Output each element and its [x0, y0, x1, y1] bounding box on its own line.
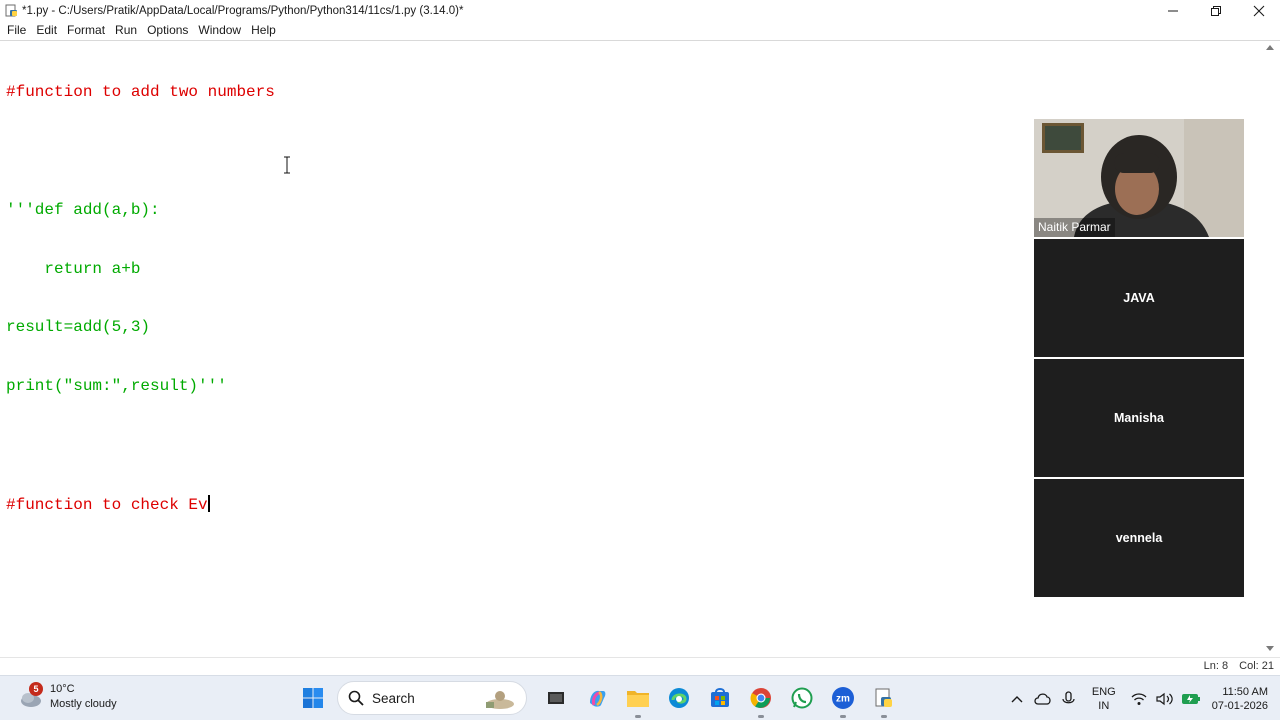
scroll-up-icon[interactable] — [1266, 45, 1274, 50]
participant-tile-video[interactable]: Naitik Parmar — [1034, 119, 1244, 237]
scroll-down-icon[interactable] — [1266, 646, 1274, 651]
python-idle-taskbar-icon[interactable] — [867, 681, 901, 718]
menu-options[interactable]: Options — [142, 21, 193, 40]
taskbar-search[interactable]: Search — [337, 681, 527, 715]
active-indicator — [757, 715, 764, 718]
maximize-button[interactable] — [1194, 0, 1237, 21]
chevron-up-icon[interactable] — [1006, 688, 1028, 710]
active-indicator — [634, 715, 641, 718]
code-line-1: #function to add two numbers — [6, 83, 275, 102]
file-explorer-icon[interactable] — [621, 681, 655, 718]
region-code: IN — [1098, 699, 1110, 712]
close-icon — [1253, 5, 1264, 16]
window-title: *1.py - C:/Users/Pratik/AppData/Local/Pr… — [22, 4, 464, 17]
participant-tile[interactable]: JAVA — [1034, 239, 1244, 357]
vertical-scrollbar[interactable] — [1261, 41, 1280, 657]
language-code: ENG — [1091, 685, 1116, 698]
store-icon[interactable] — [703, 681, 737, 715]
active-indicator — [839, 715, 846, 718]
code-line-6: print("sum:",result)''' — [6, 377, 227, 396]
copilot-icon[interactable] — [580, 681, 614, 715]
chrome-icon[interactable] — [744, 681, 778, 718]
clock-time: 11:50 AM — [1222, 685, 1268, 698]
menu-bar: File Edit Format Run Options Window Help — [0, 21, 1280, 40]
menu-window[interactable]: Window — [193, 21, 246, 40]
weather-widget[interactable]: 5 10°C Mostly cloudy — [18, 682, 117, 712]
title-bar: *1.py - C:/Users/Pratik/AppData/Local/Pr… — [0, 0, 1280, 21]
clock[interactable]: 11:50 AM 07-01-2026 — [1212, 685, 1268, 713]
battery-charging-icon[interactable] — [1180, 688, 1202, 710]
svg-text:zm: zm — [836, 694, 850, 705]
code-line-8: #function to check Ev — [6, 494, 275, 515]
status-bar: Ln: 8 Col: 21 — [0, 657, 1280, 675]
search-icon — [348, 690, 364, 706]
meeting-participants-panel: Naitik Parmar JAVA Manisha vennela — [1034, 119, 1245, 599]
system-tray: ENG IN 11:50 AM 07-01-2026 — [1004, 676, 1280, 721]
code-line-8-text: #function to check Ev — [6, 495, 208, 514]
status-line: Ln: 8 — [1203, 660, 1229, 672]
weather-temperature: 10°C — [50, 683, 75, 695]
clock-date: 07-01-2026 — [1211, 699, 1268, 712]
code-text-area[interactable]: #function to add two numbers '''def add(… — [6, 44, 275, 553]
search-label: Search — [372, 690, 415, 706]
close-button[interactable] — [1237, 0, 1280, 21]
volume-icon[interactable] — [1154, 688, 1176, 710]
menu-file[interactable]: File — [2, 21, 31, 40]
participant-tile[interactable]: vennela — [1034, 479, 1244, 597]
cloud-sync-icon[interactable] — [1032, 688, 1054, 710]
participant-name: JAVA — [1123, 291, 1155, 305]
active-indicator — [880, 715, 887, 718]
participant-tile[interactable]: Manisha — [1034, 359, 1244, 477]
code-line-3: '''def add(a,b): — [6, 200, 160, 219]
weather-condition: Mostly cloudy — [50, 698, 117, 710]
menu-run[interactable]: Run — [110, 21, 142, 40]
taskbar-apps: Search zm — [292, 681, 904, 718]
taskbar: 5 10°C Mostly cloudy Search zm ENG IN 11… — [0, 675, 1280, 720]
notification-badge: 5 — [29, 682, 43, 696]
restore-icon — [1210, 5, 1221, 16]
ibeam-cursor-icon — [284, 156, 290, 174]
whatsapp-icon[interactable] — [785, 681, 819, 715]
participant-name: Naitik Parmar — [1034, 218, 1115, 237]
window-controls — [1151, 0, 1280, 21]
minimize-button[interactable] — [1151, 0, 1194, 21]
code-line-5: result=add(5,3) — [6, 318, 151, 337]
search-highlight-icon — [486, 691, 514, 709]
zoom-icon[interactable]: zm — [826, 681, 860, 718]
python-idle-icon — [5, 4, 18, 17]
edge-icon[interactable] — [662, 681, 696, 715]
menu-format[interactable]: Format — [62, 21, 110, 40]
microphone-icon[interactable] — [1058, 688, 1080, 710]
menu-help[interactable]: Help — [246, 21, 281, 40]
code-line-4: return a+b — [6, 259, 141, 278]
cursor-position: Ln: 8 Col: 21 — [1196, 660, 1274, 672]
task-view-icon[interactable] — [539, 681, 573, 715]
status-col: Col: 21 — [1239, 660, 1274, 672]
windows-start-icon[interactable] — [296, 681, 330, 715]
wifi-icon[interactable] — [1128, 688, 1150, 710]
participant-name: vennela — [1115, 531, 1163, 545]
participant-name: Manisha — [1113, 411, 1164, 425]
menu-edit[interactable]: Edit — [31, 21, 62, 40]
language-indicator[interactable]: ENG IN — [1092, 685, 1116, 713]
minimize-icon — [1167, 10, 1178, 11]
weather-cloud-icon: 5 — [18, 682, 43, 709]
text-caret — [207, 494, 210, 512]
